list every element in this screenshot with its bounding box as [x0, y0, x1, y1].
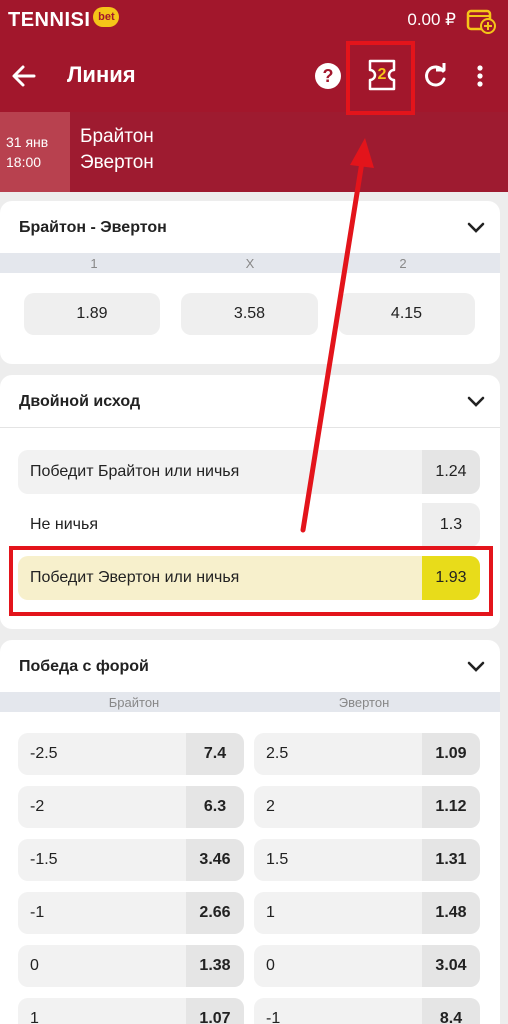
refresh-icon[interactable]: [422, 62, 448, 90]
odd-button-away[interactable]: 4.15: [338, 293, 475, 335]
handicap-home-button[interactable]: 1 1.07: [18, 998, 244, 1024]
handicap-home-button[interactable]: -2.5 7.4: [18, 733, 244, 775]
market-title: Двойной исход: [19, 393, 141, 410]
column-header-2: 2: [399, 256, 407, 271]
match-teams: Брайтон Эвертон: [80, 124, 154, 176]
handicap-value: -2.5: [30, 745, 58, 762]
brand-badge: bet: [93, 7, 120, 27]
handicap-odd: 1.38: [186, 945, 244, 987]
handicap-value: 2: [266, 798, 275, 815]
odd-button-home[interactable]: 1.89: [24, 293, 160, 335]
handicap-odd: 1.12: [422, 786, 480, 828]
help-glyph: ?: [322, 65, 334, 86]
brand-name: TENNISI: [8, 8, 91, 31]
handicap-home-button[interactable]: -2 6.3: [18, 786, 244, 828]
brand-logo[interactable]: TENNISI bet: [8, 7, 120, 33]
annotation-highlight-selection: [9, 546, 493, 616]
column-header-home: Брайтон: [108, 695, 160, 710]
row-odd: 1.24: [422, 450, 480, 494]
more-vertical-icon[interactable]: [470, 62, 490, 90]
handicap-odd: 1.09: [422, 733, 480, 775]
double-chance-row[interactable]: Не ничья 1.3: [18, 503, 480, 547]
team-home: Брайтон: [80, 126, 154, 147]
row-label: Победит Брайтон или ничья: [30, 463, 240, 480]
handicap-odd: 6.3: [186, 786, 244, 828]
column-header-x: X: [245, 256, 255, 271]
handicap-value: 1: [30, 1010, 39, 1024]
wallet-add-icon[interactable]: [466, 6, 496, 34]
handicap-odd: 1.48: [422, 892, 480, 934]
market-card-main: Брайтон - Эвертон 1 X 2 1.89 3.58 4.15: [0, 201, 500, 364]
team-away: Эвертон: [80, 152, 154, 173]
match-datetime: 31 янв 18:00: [0, 112, 70, 192]
handicap-odd: 1.31: [422, 839, 480, 881]
row-odd: 1.3: [422, 503, 480, 547]
market-title: Брайтон - Эвертон: [19, 219, 167, 236]
handicap-value: 0: [266, 957, 275, 974]
handicap-home-button[interactable]: -1 2.66: [18, 892, 244, 934]
handicap-home-button[interactable]: 0 1.38: [18, 945, 244, 987]
handicap-odd: 3.04: [422, 945, 480, 987]
odd-button-draw[interactable]: 3.58: [181, 293, 318, 335]
handicap-odd: 1.07: [186, 998, 244, 1024]
handicap-value: 1.5: [266, 851, 289, 868]
back-arrow-icon[interactable]: [10, 62, 38, 90]
handicap-value: 1: [266, 904, 275, 921]
balance-amount[interactable]: 0.00 ₽: [407, 10, 456, 30]
market-card-handicap: Победа с форой Брайтон Эвертон -2.5 7.4 2…: [0, 640, 500, 1024]
match-date: 31 янв: [6, 134, 49, 150]
divider: [0, 427, 500, 428]
handicap-value: -1.5: [30, 851, 58, 868]
handicap-away-button[interactable]: 1.5 1.31: [254, 839, 480, 881]
handicap-away-button[interactable]: 2 1.12: [254, 786, 480, 828]
handicap-home-button[interactable]: -1.5 3.46: [18, 839, 244, 881]
column-header-1: 1: [90, 256, 98, 271]
market-title: Победа с форой: [19, 658, 149, 675]
match-time: 18:00: [6, 154, 42, 170]
handicap-odd: 8.4: [422, 998, 480, 1024]
double-chance-row[interactable]: Победит Брайтон или ничья 1.24: [18, 450, 480, 494]
annotation-highlight-coupon: [346, 41, 415, 115]
handicap-value: -1: [266, 1010, 281, 1024]
handicap-odd: 7.4: [186, 733, 244, 775]
help-icon[interactable]: ?: [315, 63, 341, 89]
column-header-away: Эвертон: [338, 695, 390, 710]
page-title: Линия: [67, 62, 136, 87]
handicap-columns-header: Брайтон Эвертон: [0, 692, 500, 712]
row-label: Не ничья: [30, 516, 99, 533]
top-app-bar: TENNISI bet 0.00 ₽ Линия ? 2: [0, 0, 508, 112]
chevron-down-icon[interactable]: [466, 395, 486, 409]
handicap-value: 0: [30, 957, 39, 974]
handicap-away-button[interactable]: 0 3.04: [254, 945, 480, 987]
handicap-value: 2.5: [266, 745, 289, 762]
handicap-away-button[interactable]: -1 8.4: [254, 998, 480, 1024]
chevron-down-icon[interactable]: [466, 660, 486, 674]
chevron-down-icon[interactable]: [466, 221, 486, 235]
market-columns-header: 1 X 2: [0, 253, 500, 273]
handicap-away-button[interactable]: 2.5 1.09: [254, 733, 480, 775]
handicap-away-button[interactable]: 1 1.48: [254, 892, 480, 934]
handicap-odd: 3.46: [186, 839, 244, 881]
handicap-odd: 2.66: [186, 892, 244, 934]
match-header: 31 янв 18:00 Брайтон Эвертон: [0, 112, 508, 192]
handicap-value: -1: [30, 904, 45, 921]
handicap-value: -2: [30, 798, 45, 815]
